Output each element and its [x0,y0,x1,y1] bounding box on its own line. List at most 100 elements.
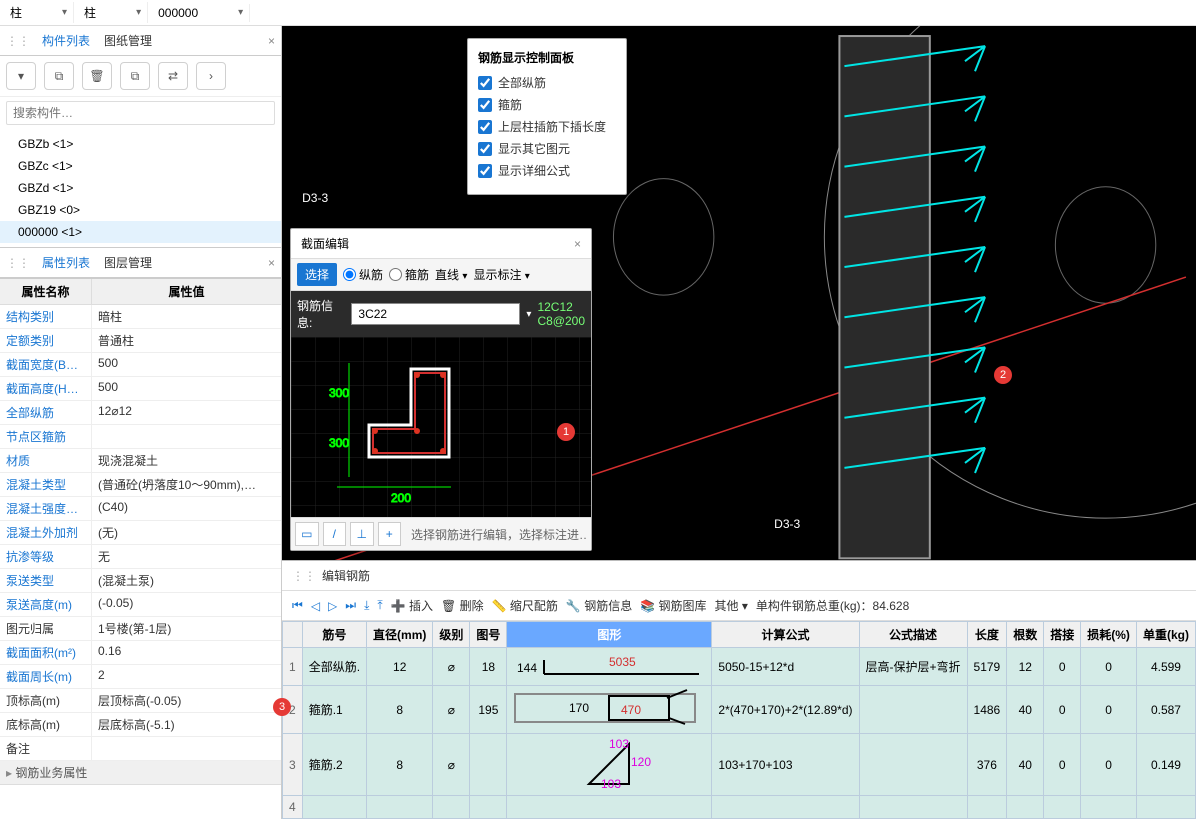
col-header[interactable]: 计算公式 [712,622,859,648]
close-icon[interactable]: × [268,34,275,48]
drag-handle-icon[interactable]: ⋮⋮ [292,569,316,583]
property-row[interactable]: 混凝土外加剂(无) [0,521,281,545]
prop-value[interactable]: (-0.05) [92,593,281,617]
prop-value[interactable]: 2 [92,665,281,689]
tool-add-icon[interactable]: + [378,522,402,546]
property-row[interactable]: 节点区箍筋 [0,425,281,449]
export-icon[interactable]: ⤓ [364,598,369,613]
radio-longitudinal[interactable]: 纵筋 [343,266,383,283]
prop-value[interactable]: 12⌀12 [92,401,281,425]
property-row[interactable]: 截面周长(m)2 [0,665,281,689]
col-header[interactable]: 级别 [433,622,470,648]
prop-value[interactable]: 无 [92,545,281,569]
table-row[interactable]: 1全部纵筋.12⌀1814450355050-15+12*d层高-保护层+弯折5… [283,648,1196,686]
close-icon[interactable]: × [574,237,581,251]
nav-next-icon[interactable]: ▷ [328,599,337,613]
prop-value[interactable]: (C40) [92,497,281,521]
col-header[interactable]: 筋号 [302,622,366,648]
import-icon[interactable]: ⤒ [377,598,382,613]
property-row[interactable]: 全部纵筋12⌀12 [0,401,281,425]
property-row[interactable]: 泵送高度(m)(-0.05) [0,593,281,617]
col-header[interactable]: 单重(kg) [1136,622,1195,648]
property-row[interactable]: 混凝土强度…(C40) [0,497,281,521]
property-row[interactable]: 混凝土类型(普通砼(坍落度10～90mm),… [0,473,281,497]
property-row[interactable]: 备注 [0,737,281,761]
rebar-check[interactable]: 上层柱插筋下插长度 [478,118,616,135]
rebar-info-input[interactable] [351,303,520,325]
search-input[interactable] [6,101,275,125]
prop-value[interactable]: 500 [92,353,281,377]
close-icon[interactable]: × [268,256,275,270]
rebar-check[interactable]: 箍筋 [478,96,616,113]
tab-layer-manage[interactable]: 图层管理 [102,252,154,273]
prop-value[interactable]: (混凝土泵) [92,569,281,593]
prop-value[interactable] [92,737,281,761]
table-row[interactable]: 2箍筋.18⌀1951704702*(470+170)+2*(12.89*d)1… [283,686,1196,734]
col-header[interactable] [283,622,303,648]
info-button[interactable]: 🔧 钢筋信息 [566,597,632,614]
item-dropdown[interactable]: 000000▾ [152,4,250,22]
category-dropdown-1[interactable]: 柱▾ [4,2,74,23]
property-row[interactable]: 截面面积(m²)0.16 [0,641,281,665]
tree-item[interactable]: GBZc <1> [0,155,281,177]
prop-value[interactable]: 现浇混凝土 [92,449,281,473]
delete-button[interactable]: 🗑 删除 [441,597,484,614]
tool-line-icon[interactable]: / [323,522,347,546]
col-header[interactable]: 图号 [470,622,507,648]
col-header[interactable]: 根数 [1007,622,1044,648]
col-header[interactable]: 图形 [507,622,712,648]
library-button[interactable]: 📚 钢筋图库 [640,597,706,614]
rebar-check[interactable]: 显示详细公式 [478,162,616,179]
tab-drawing-manage[interactable]: 图纸管理 [102,30,154,51]
nav-last-icon[interactable]: ⏭ [345,598,356,613]
col-header[interactable]: 损耗(%) [1081,622,1137,648]
property-row[interactable]: 结构类别暗柱 [0,305,281,329]
tree-item[interactable]: GBZ19 <0> [0,199,281,221]
viewport-3d[interactable]: D3-3 D3-3 2 钢筋显示控制面板 全部纵筋 箍筋 上层柱插筋下插长度 显… [282,26,1196,560]
property-row[interactable]: 泵送类型(混凝土泵) [0,569,281,593]
property-row[interactable]: 截面高度(H…500 [0,377,281,401]
tree-item[interactable]: GBZd <1> [0,177,281,199]
property-row[interactable]: 材质现浇混凝土 [0,449,281,473]
new-button[interactable]: ▾ [6,62,36,90]
tree-item[interactable]: GBZb <1> [0,133,281,155]
property-row[interactable]: 截面宽度(B…500 [0,353,281,377]
section-canvas[interactable]: 300 300 200 1 [291,337,591,517]
table-row[interactable]: 3箍筋.28⌀103120103103+170+10337640000.149 [283,734,1196,796]
copy-button[interactable]: ⧉ [44,62,74,90]
scale-button[interactable]: 📏 缩尺配筋 [492,597,558,614]
rebar-check[interactable]: 显示其它图元 [478,140,616,157]
property-row[interactable]: 顶标高(m)层顶标高(-0.05) [0,689,281,713]
property-row[interactable]: 抗渗等级无 [0,545,281,569]
rebar-check[interactable]: 全部纵筋 [478,74,616,91]
prop-value[interactable]: (无) [92,521,281,545]
nav-first-icon[interactable]: ⏮ [292,598,303,613]
rebar-grid[interactable]: 筋号直径(mm)级别图号图形计算公式公式描述长度根数搭接损耗(%)单重(kg) … [282,621,1196,819]
prop-value[interactable]: 普通柱 [92,329,281,353]
duplicate-button[interactable]: ⧉ [120,62,150,90]
radio-stirrup[interactable]: 箍筋 [389,266,429,283]
property-row[interactable]: 图元归属1号楼(第-1层) [0,617,281,641]
prop-value[interactable]: 1号楼(第-1层) [92,617,281,641]
tab-component-list[interactable]: 构件列表 [40,30,92,51]
col-header[interactable]: 直径(mm) [367,622,433,648]
insert-button[interactable]: ➕ 插入 [391,597,433,614]
drag-handle-icon[interactable]: ⋮⋮ [6,256,30,270]
col-header[interactable]: 公式描述 [859,622,967,648]
tool-rect-icon[interactable]: ▭ [295,522,319,546]
category-dropdown-2[interactable]: 柱▾ [78,2,148,23]
table-row[interactable]: 4 [283,796,1196,819]
nav-prev-icon[interactable]: ◁ [311,599,320,613]
section-rebar-biz[interactable]: 钢筋业务属性 [0,761,281,785]
drag-handle-icon[interactable]: ⋮⋮ [6,34,30,48]
delete-button[interactable]: 🗑 [82,62,112,90]
line-type-dropdown[interactable]: 直线 ▾ [435,266,467,283]
prop-value[interactable]: 暗柱 [92,305,281,329]
tab-property-list[interactable]: 属性列表 [40,252,92,273]
show-annotation-dropdown[interactable]: 显示标注 ▾ [473,266,529,283]
chevron-down-icon[interactable]: ▾ [526,309,531,320]
switch-button[interactable]: ⇄ [158,62,188,90]
col-header[interactable]: 搭接 [1044,622,1081,648]
more-button[interactable]: › [196,62,226,90]
other-dropdown[interactable]: 其他 ▾ [715,597,748,614]
